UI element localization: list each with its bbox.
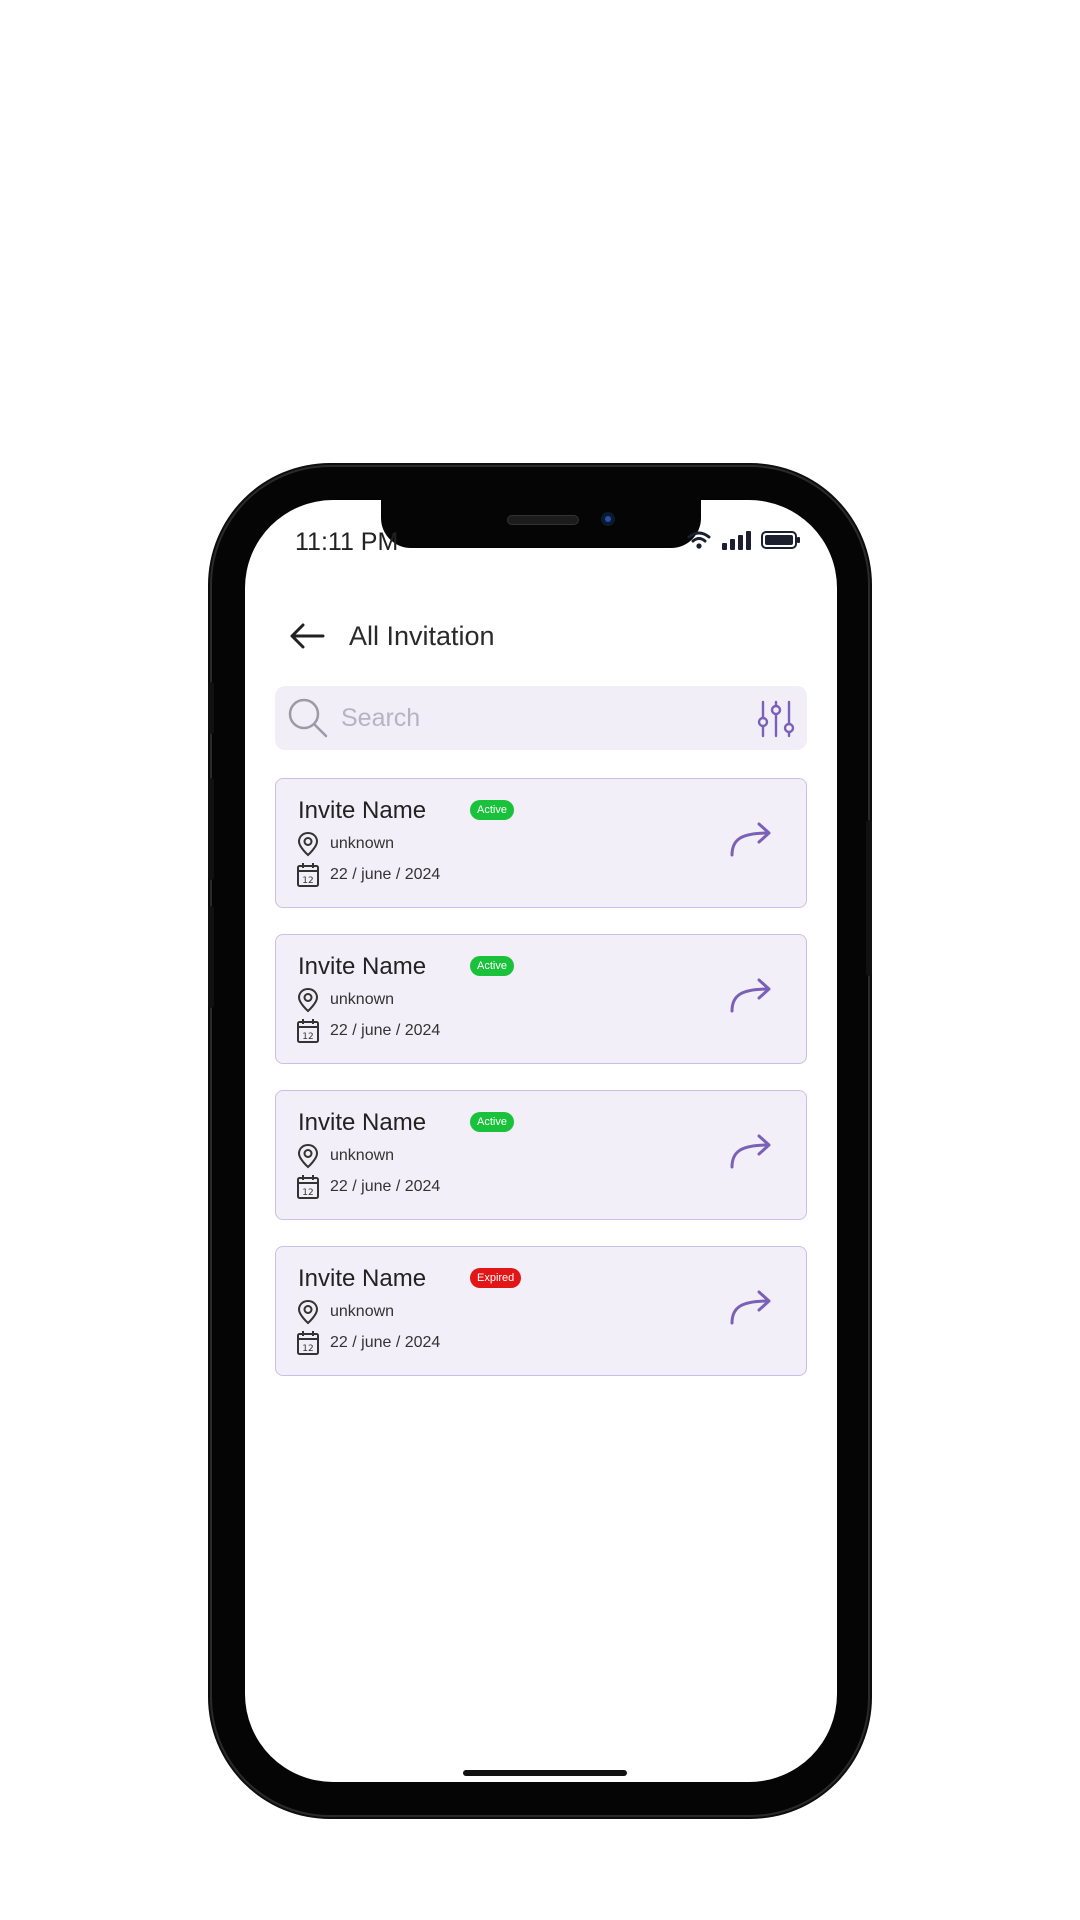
svg-text:12: 12: [302, 1032, 313, 1042]
map-pin-icon: [297, 831, 319, 857]
map-pin-icon: [297, 1299, 319, 1325]
invitation-card[interactable]: Invite Name Active unknown 12 22 / june …: [275, 934, 807, 1064]
location-row: unknown: [296, 831, 394, 857]
status-icons: [687, 530, 801, 550]
notch: [381, 500, 701, 548]
location-text: unknown: [330, 991, 395, 1008]
location-text: unknown: [330, 1303, 395, 1320]
invitation-card[interactable]: Invite Name Active unknown 12 22 / june …: [275, 778, 807, 908]
arrow-left-icon: [290, 623, 325, 649]
header: All Invitation: [287, 616, 495, 656]
share-arrow-icon[interactable]: [726, 1129, 776, 1173]
invitation-card[interactable]: Invite Name Expired unknown 12 22 / june…: [275, 1246, 807, 1376]
mute-switch: [208, 682, 214, 734]
date-text: 22 / june / 2024: [330, 1022, 441, 1039]
calendar-icon: 12: [297, 1175, 319, 1199]
date-row: 12 22 / june / 2024: [296, 1174, 440, 1200]
date-row: 12 22 / june / 2024: [296, 1330, 440, 1356]
date-row: 12 22 / june / 2024: [296, 862, 440, 888]
svg-text:12: 12: [302, 876, 313, 886]
svg-text:12: 12: [302, 1344, 313, 1354]
signal-icon: [722, 531, 751, 550]
calendar-icon: 12: [297, 863, 319, 887]
date-text: 22 / june / 2024: [330, 1178, 441, 1195]
page-title: All Invitation: [349, 620, 495, 651]
calendar-icon: 12: [297, 1019, 319, 1043]
wifi-icon: [687, 531, 711, 549]
date-text: 22 / june / 2024: [330, 1334, 441, 1351]
home-indicator[interactable]: [463, 1770, 627, 1776]
share-arrow-icon[interactable]: [726, 973, 776, 1017]
volume-up-button: [208, 778, 214, 880]
status-time: 11:11 PM: [295, 528, 399, 556]
status-badge: Expired: [470, 1268, 522, 1288]
map-pin-icon: [297, 987, 319, 1013]
status-badge: Active: [470, 800, 514, 820]
power-button: [866, 820, 872, 976]
app-screen: 11:11 PM All Invitation Search Invite Na…: [245, 500, 837, 1782]
volume-down-button: [208, 906, 214, 1008]
date-text: 22 / june / 2024: [330, 866, 441, 883]
share-arrow-icon[interactable]: [726, 1285, 776, 1329]
speaker: [507, 515, 579, 525]
invitation-card[interactable]: Invite Name Active unknown 12 22 / june …: [275, 1090, 807, 1220]
location-text: unknown: [330, 1147, 395, 1164]
location-text: unknown: [330, 835, 395, 852]
search-input[interactable]: [339, 702, 723, 734]
status-badge: Active: [470, 956, 514, 976]
invitation-name: Invite Name: [298, 797, 427, 824]
status-badge: Active: [470, 1112, 514, 1132]
sliders-icon[interactable]: [755, 698, 797, 740]
invitation-name: Invite Name: [298, 953, 427, 980]
front-camera: [601, 512, 615, 526]
location-row: unknown: [296, 987, 394, 1013]
invitation-name: Invite Name: [298, 1265, 427, 1292]
svg-text:12: 12: [302, 1188, 313, 1198]
location-row: unknown: [296, 1299, 394, 1325]
search-icon: [288, 698, 328, 738]
share-arrow-icon[interactable]: [726, 817, 776, 861]
calendar-icon: 12: [297, 1331, 319, 1355]
location-row: unknown: [296, 1143, 394, 1169]
invitation-name: Invite Name: [298, 1109, 427, 1136]
map-pin-icon: [297, 1143, 319, 1169]
search-bar[interactable]: [275, 686, 807, 750]
date-row: 12 22 / june / 2024: [296, 1018, 440, 1044]
back-button[interactable]: [287, 616, 327, 656]
battery-icon: [761, 531, 800, 549]
